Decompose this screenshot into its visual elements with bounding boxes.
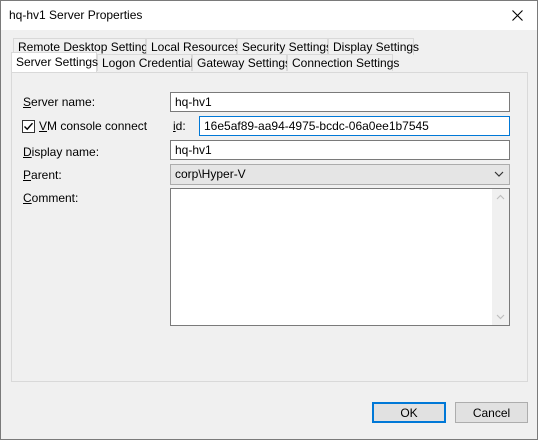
id-label: id: xyxy=(173,119,186,133)
server-settings-panel: Server name: hq-hv1 VM console connect i… xyxy=(11,72,528,382)
server-name-input[interactable]: hq-hv1 xyxy=(170,92,510,112)
checkmark-icon xyxy=(24,122,34,131)
comment-scrollbar[interactable] xyxy=(492,189,509,325)
tab-security-settings[interactable]: Security Settings xyxy=(237,38,332,55)
tab-connection-settings[interactable]: Connection Settings xyxy=(287,54,399,71)
scroll-down-icon[interactable] xyxy=(492,308,509,325)
title-bar[interactable]: hq-hv1 Server Properties xyxy=(1,1,537,30)
id-input[interactable]: 16e5af89-aa94-4975-bcdc-06a0ee1b7545 xyxy=(199,116,510,136)
tab-server-settings[interactable]: Server Settings xyxy=(11,52,98,72)
window-title: hq-hv1 Server Properties xyxy=(9,8,143,22)
chevron-down-icon xyxy=(494,171,504,177)
ok-button[interactable]: OK xyxy=(372,402,446,423)
cancel-button[interactable]: Cancel xyxy=(455,402,528,423)
parent-label: Parent: xyxy=(23,168,62,182)
comment-textarea[interactable] xyxy=(170,188,510,326)
vm-console-checkbox[interactable] xyxy=(22,120,35,133)
tab-local-resources[interactable]: Local Resources xyxy=(146,38,240,55)
tab-display-settings[interactable]: Display Settings xyxy=(328,38,419,55)
tab-logon-credentials[interactable]: Logon Credentials xyxy=(97,54,199,71)
close-button[interactable] xyxy=(497,1,537,30)
comment-label: Comment: xyxy=(23,191,79,205)
server-name-label: Server name: xyxy=(23,95,96,109)
parent-dropdown[interactable]: corp\Hyper-V xyxy=(170,164,510,185)
close-icon xyxy=(511,10,523,21)
tab-gateway-settings[interactable]: Gateway Settings xyxy=(192,54,291,71)
display-name-label: Display name: xyxy=(23,145,100,159)
parent-selected-value: corp\Hyper-V xyxy=(175,167,246,181)
display-name-input[interactable]: hq-hv1 xyxy=(170,140,510,160)
vm-console-label[interactable]: VM console connect xyxy=(39,119,147,133)
properties-dialog: hq-hv1 Server Properties Remote Desktop … xyxy=(0,0,538,440)
scroll-up-icon[interactable] xyxy=(492,189,509,206)
